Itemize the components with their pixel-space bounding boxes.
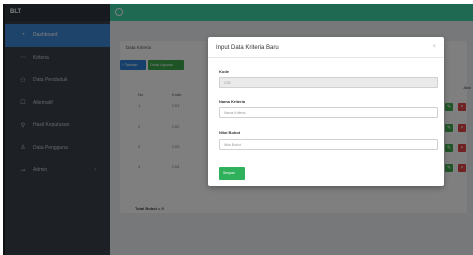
save-button[interactable]: Simpan (219, 167, 245, 180)
modal-title: Input Data Kriteria Baru (216, 45, 279, 51)
kode-field: C05 (219, 77, 438, 88)
kode-label: Kode (219, 69, 229, 74)
nilai-bobot-label: Nilai Bobot (219, 130, 241, 135)
app-window: BLT ◔ Dashboard ⋯ Kriteria ⚇ Data Pendud… (3, 4, 473, 255)
nilai-bobot-input[interactable]: Nilai Bobot (219, 139, 438, 150)
nama-kriteria-label: Nama Kriteria (219, 99, 246, 104)
input-kriteria-modal: Input Data Kriteria Baru × Kode C05 Nama… (208, 37, 444, 186)
modal-header: Input Data Kriteria Baru × (208, 37, 444, 58)
nama-kriteria-input[interactable]: Nama Kriteria (219, 107, 438, 118)
close-icon[interactable]: × (432, 44, 436, 50)
